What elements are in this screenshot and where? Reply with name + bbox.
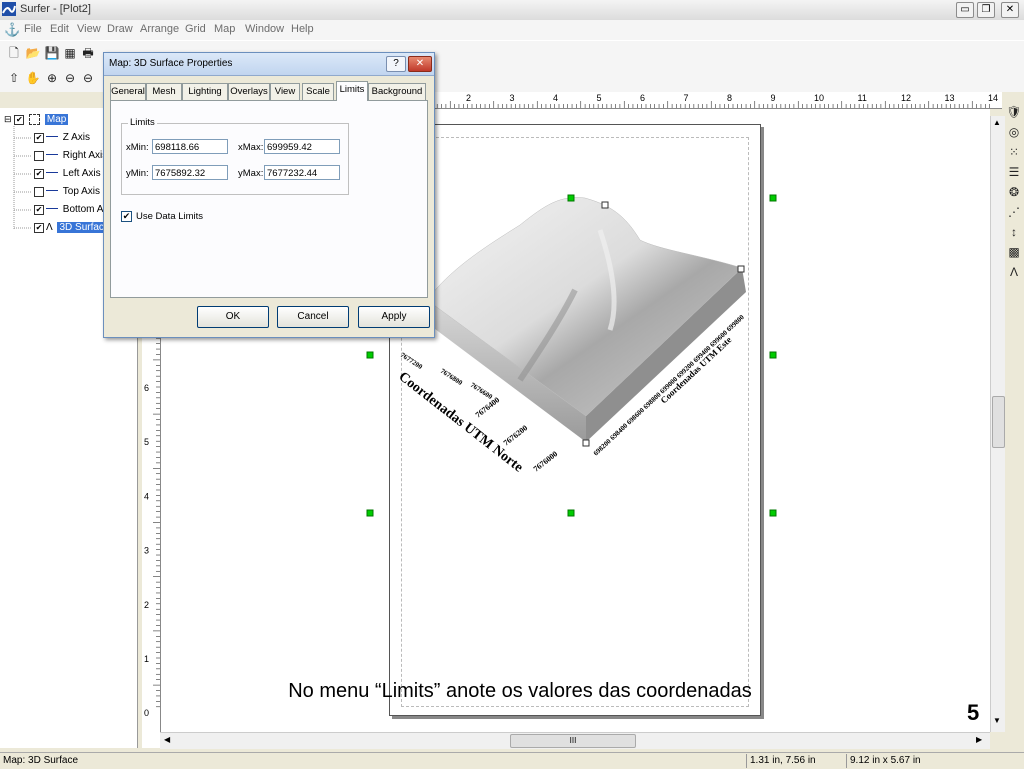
xmax-label: xMax:: [238, 142, 264, 153]
tab-mesh[interactable]: Mesh: [146, 83, 182, 100]
y-tick-label: 7676000: [532, 449, 560, 473]
ymax-label: yMax:: [238, 168, 264, 179]
xmin-label: xMin:: [126, 142, 149, 153]
limits-tab-panel: Limits xMin: 698118.66 xMax: 699959.42 y…: [110, 100, 428, 298]
tool-7-icon[interactable]: ↕: [1006, 224, 1022, 240]
resize-handle: [769, 351, 777, 359]
tab-scale[interactable]: Scale: [302, 83, 334, 100]
tool-8-icon[interactable]: ▩: [1006, 244, 1022, 260]
drawing-toolbar: 🛡 ◎ ⁙ ☰ ❂ ⋰ ↕ ▩ Λ: [1004, 100, 1024, 300]
tool-4-icon[interactable]: ☰: [1006, 164, 1022, 180]
xmax-input[interactable]: 699959.42: [264, 139, 340, 154]
slide-page-number: 5: [967, 700, 980, 725]
resize-handle: [769, 509, 777, 517]
tool-5-icon[interactable]: ❂: [1006, 184, 1022, 200]
apply-button[interactable]: Apply: [358, 306, 430, 328]
vertical-scroll-thumb[interactable]: [992, 396, 1005, 448]
help-button[interactable]: ?: [386, 56, 406, 72]
tab-lighting[interactable]: Lighting: [182, 83, 228, 100]
dialog-close-button[interactable]: ✕: [408, 56, 432, 72]
scroll-up-icon[interactable]: ▲: [993, 118, 1001, 127]
tool-9-icon[interactable]: Λ: [1006, 264, 1022, 280]
ymin-label: yMin:: [126, 168, 149, 179]
y-tick-label: 7677200: [399, 351, 424, 371]
surface-vertex-handle: [737, 265, 745, 273]
dialog-title: Map: 3D Surface Properties: [109, 58, 233, 69]
tool-3-icon[interactable]: ⁙: [1006, 144, 1022, 160]
scroll-left-icon[interactable]: ◀: [164, 735, 170, 744]
tab-background[interactable]: Background: [368, 83, 426, 100]
use-data-limits-label: Use Data Limits: [136, 211, 204, 223]
slide-caption: No menu “Limits” anote os valores das co…: [288, 680, 752, 702]
resize-handle: [567, 194, 575, 202]
tool-2-icon[interactable]: ◎: [1006, 124, 1022, 140]
status-divider: [746, 754, 747, 768]
resize-handle: [567, 509, 575, 517]
horizontal-scroll-thumb[interactable]: III: [510, 734, 636, 748]
ok-button[interactable]: OK: [197, 306, 269, 328]
dialog-tabs: General Mesh Lighting Overlays View Scal…: [110, 81, 428, 101]
y-tick-label: 7676200: [502, 423, 530, 447]
dialog-title-bar[interactable]: Map: 3D Surface Properties ? ✕: [104, 53, 434, 76]
status-bar: Map: 3D Surface 1.31 in, 7.56 in 9.12 in…: [0, 752, 1024, 769]
status-size: 9.12 in x 5.67 in: [850, 755, 921, 766]
use-data-limits-checkbox[interactable]: ✔ Use Data Limits: [121, 211, 203, 222]
tab-view[interactable]: View: [270, 83, 300, 100]
surface-vertex-handle: [601, 201, 609, 209]
scroll-right-icon[interactable]: ▶: [976, 735, 982, 744]
tool-1-icon[interactable]: 🛡: [1006, 104, 1022, 120]
status-position: 1.31 in, 7.56 in: [750, 755, 816, 766]
resize-handle: [366, 351, 374, 359]
vertical-scrollbar[interactable]: ▲ ▼: [990, 116, 1005, 732]
status-selection: Map: 3D Surface: [3, 755, 79, 766]
horizontal-scrollbar[interactable]: ◀ III ▶: [160, 732, 990, 749]
xmin-input[interactable]: 698118.66: [152, 139, 228, 154]
status-divider: [846, 754, 847, 768]
surface-vertex-handle: [582, 439, 590, 447]
tab-general[interactable]: General: [110, 83, 146, 100]
y-tick-label: 7676800: [439, 367, 464, 387]
resize-handle: [769, 194, 777, 202]
checkbox-box[interactable]: ✔: [121, 211, 132, 222]
tab-limits[interactable]: Limits: [336, 81, 368, 101]
limits-group-label: Limits: [128, 117, 157, 128]
tool-6-icon[interactable]: ⋰: [1006, 204, 1022, 220]
surface-properties-dialog: Map: 3D Surface Properties ? ✕ General M…: [103, 52, 435, 338]
cancel-button[interactable]: Cancel: [277, 306, 349, 328]
ymin-input[interactable]: 7675892.32: [152, 165, 228, 180]
ymax-input[interactable]: 7677232.44: [264, 165, 340, 180]
scroll-down-icon[interactable]: ▼: [993, 716, 1001, 725]
resize-handle: [366, 509, 374, 517]
tab-overlays[interactable]: Overlays: [228, 83, 270, 100]
limits-group: Limits xMin: 698118.66 xMax: 699959.42 y…: [121, 117, 349, 195]
